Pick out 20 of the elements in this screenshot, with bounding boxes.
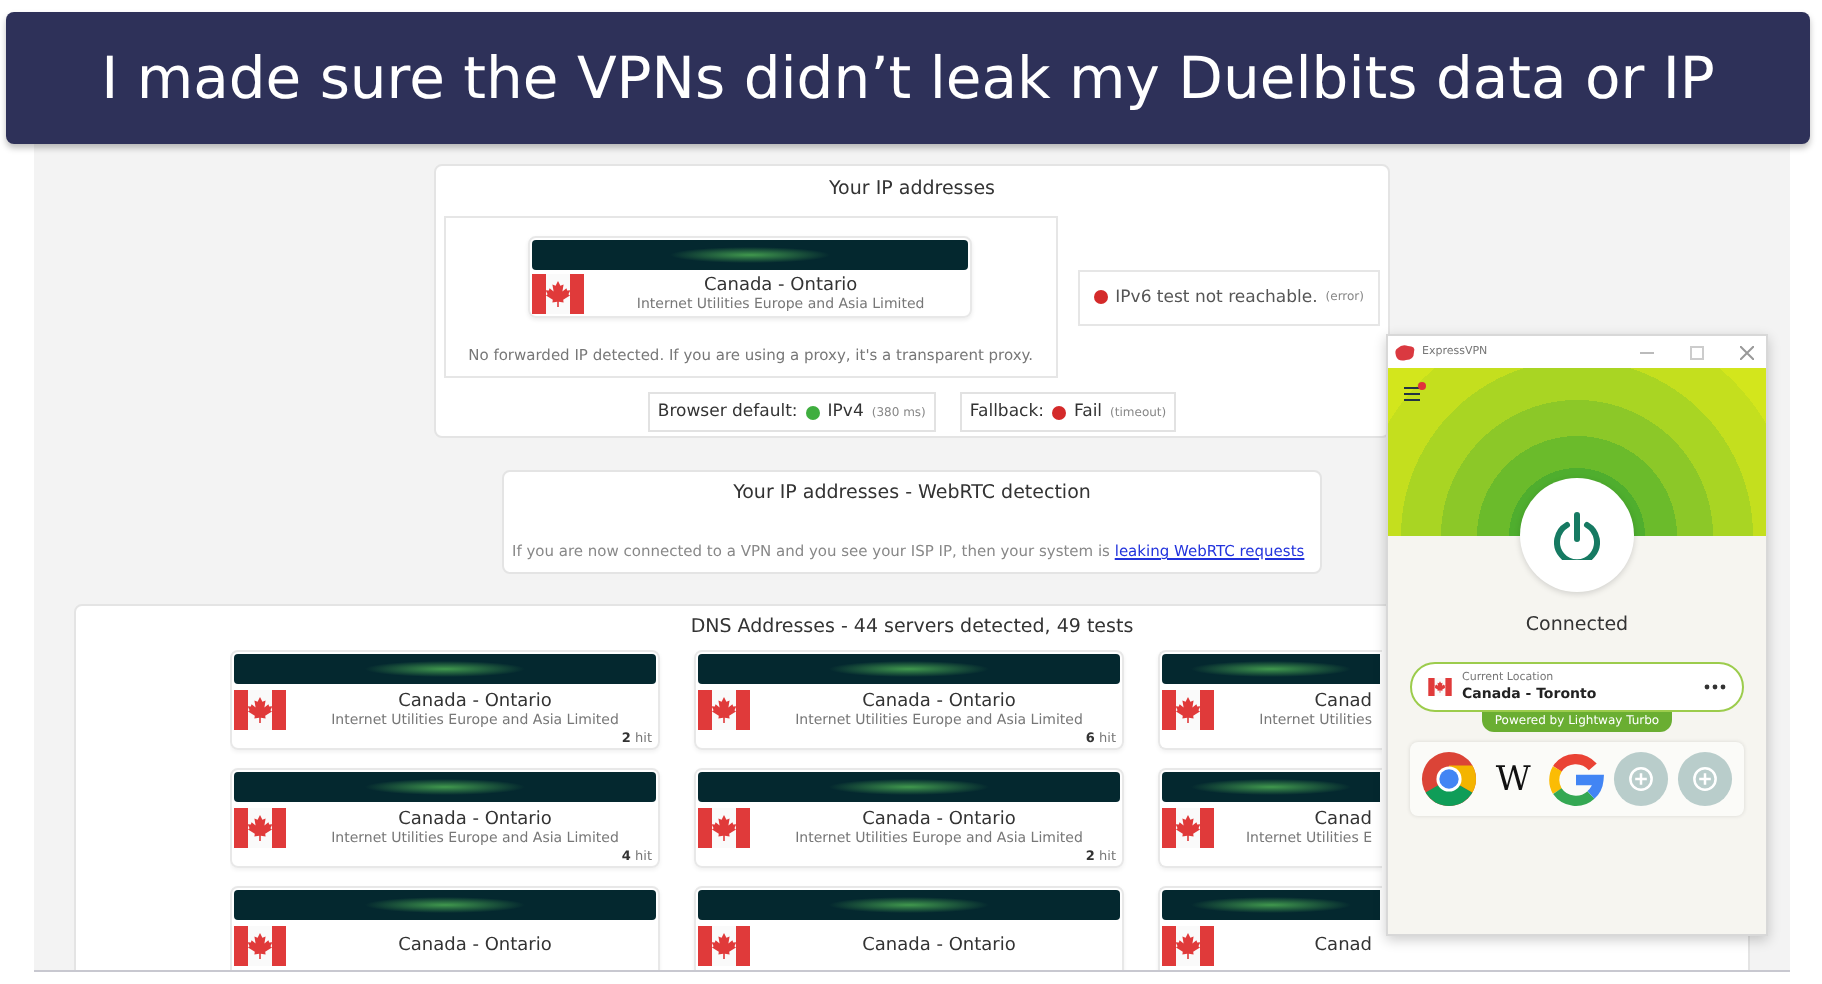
- panel-title: Your IP addresses: [827, 178, 997, 200]
- location-text: Canada - Ontario: [396, 691, 554, 713]
- ipv6-status: IPv6 test not reachable.: [1115, 287, 1318, 307]
- location-text: Canada - Ontario: [860, 935, 1018, 957]
- result-label: Fallback:: [969, 402, 1044, 422]
- location-text: Canada - Ontario: [701, 275, 860, 297]
- result-label: Browser default:: [657, 402, 798, 422]
- location-text: Canada - Ontario: [396, 809, 554, 831]
- result-value: IPv4: [827, 402, 864, 422]
- location-text: Canada - Ontario: [860, 809, 1018, 831]
- connection-status: Connected: [1525, 614, 1629, 636]
- location-text: Canad: [1312, 809, 1372, 831]
- location-text: Canad: [1312, 935, 1372, 957]
- panel-title: DNS Addresses - 44 servers detected, 49 tests: [690, 616, 1134, 638]
- location-text: Canad: [1312, 691, 1372, 713]
- panel-title: Your IP addresses - WebRTC detection: [731, 482, 1093, 504]
- location-text: Canada - Ontario: [396, 935, 554, 957]
- banner-title: I made sure the VPNs didn’t leak my Duelbits data or IP: [6, 12, 1810, 144]
- location-text: Canada - Ontario: [860, 691, 1018, 713]
- result-value: Fail: [1074, 402, 1103, 422]
